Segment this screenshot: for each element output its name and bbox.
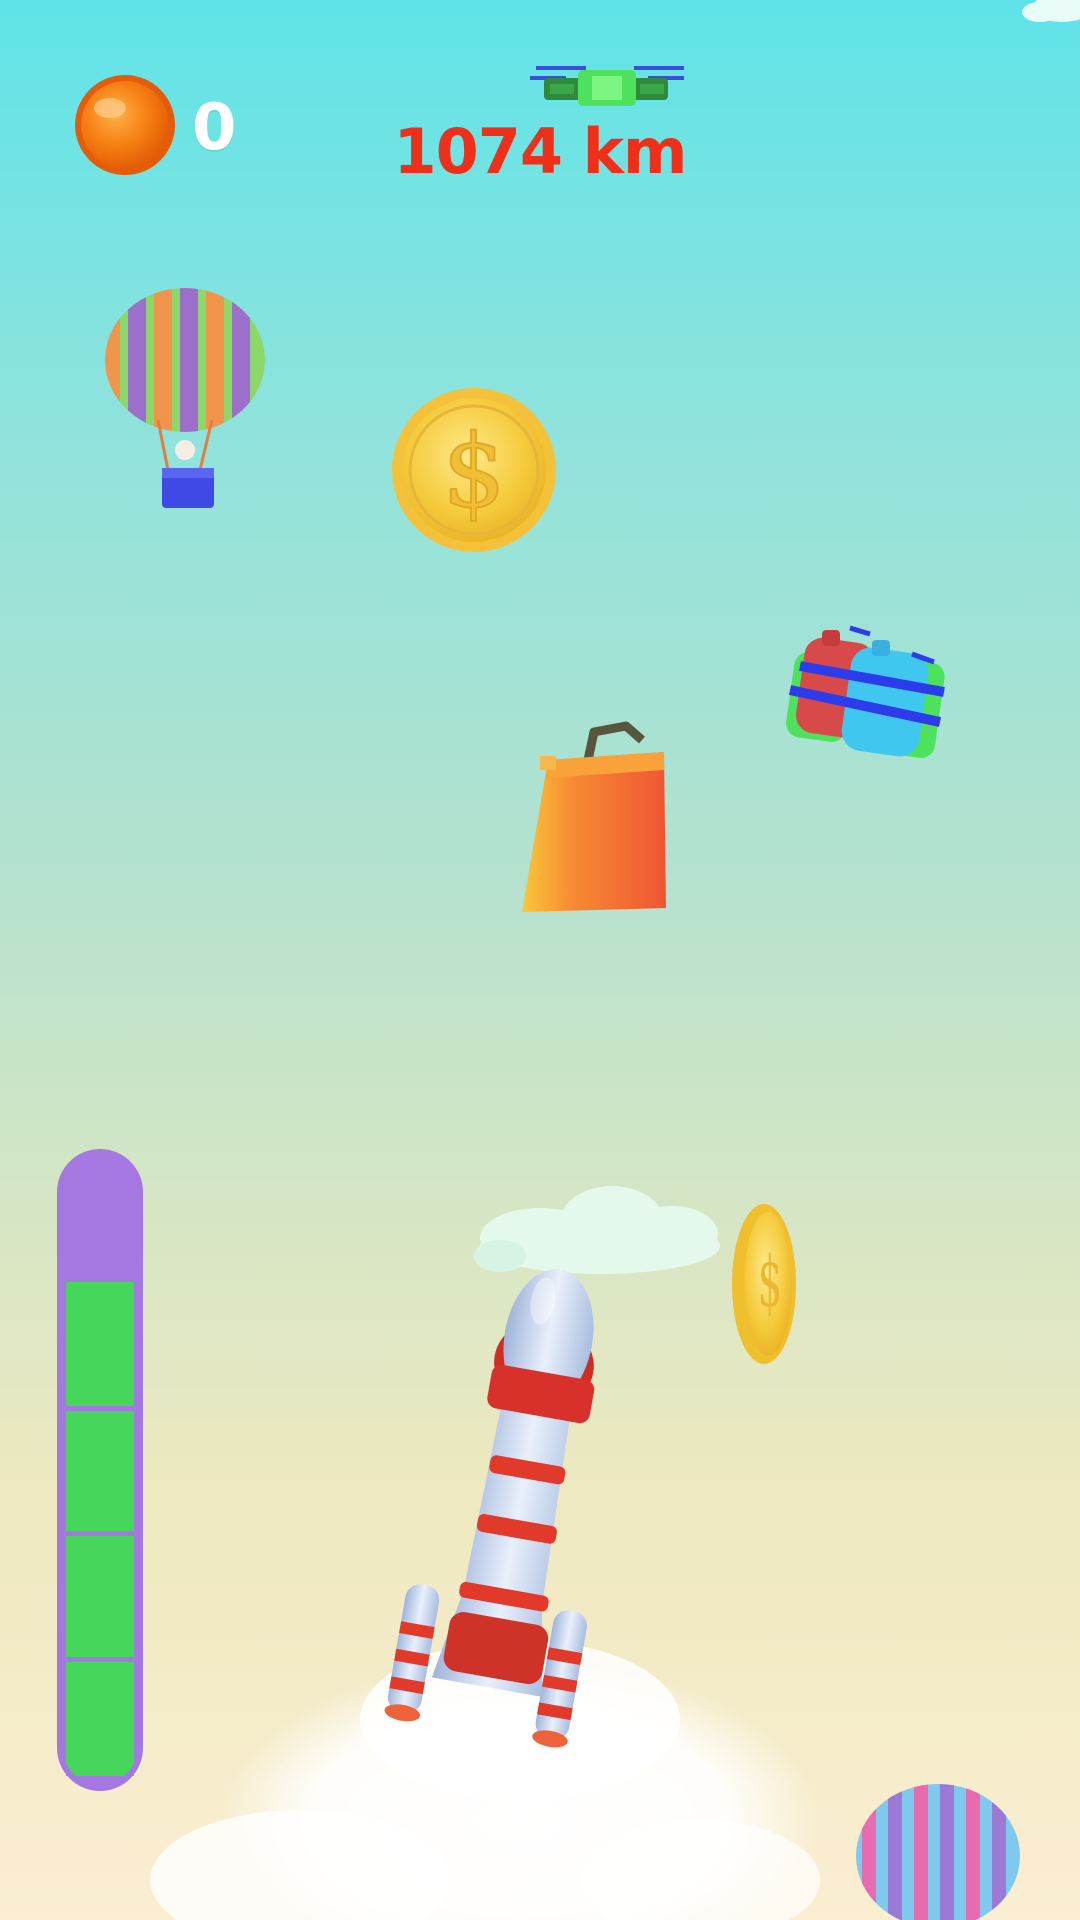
fuel-gauge-tick <box>62 1531 138 1536</box>
svg-text:$: $ <box>758 1243 782 1324</box>
hot-air-balloon-icon <box>856 1784 1020 1920</box>
hud-coin-icon <box>75 75 175 175</box>
fuel-gauge-tick <box>62 1406 138 1411</box>
cloud-icon <box>474 1186 720 1274</box>
drone-icon <box>530 66 684 106</box>
fuel-canister-icon <box>522 721 666 912</box>
fuel-gauge <box>57 1149 143 1791</box>
svg-text:$: $ <box>442 413 506 530</box>
fuel-gauge-tick <box>62 1657 138 1662</box>
game-scene: $ $ <box>57 0 1080 1920</box>
cloud-icon <box>1022 0 1080 22</box>
dollar-coin-icon: $ <box>392 388 556 552</box>
bottle-pack-icon <box>786 625 945 758</box>
hot-air-balloon-icon <box>105 288 265 508</box>
coin-count: 0 <box>192 91 237 165</box>
dollar-coin-icon: $ <box>732 1204 796 1364</box>
distance-readout: 1074 km <box>393 115 688 188</box>
fuel-gauge-fill <box>66 1282 134 1776</box>
